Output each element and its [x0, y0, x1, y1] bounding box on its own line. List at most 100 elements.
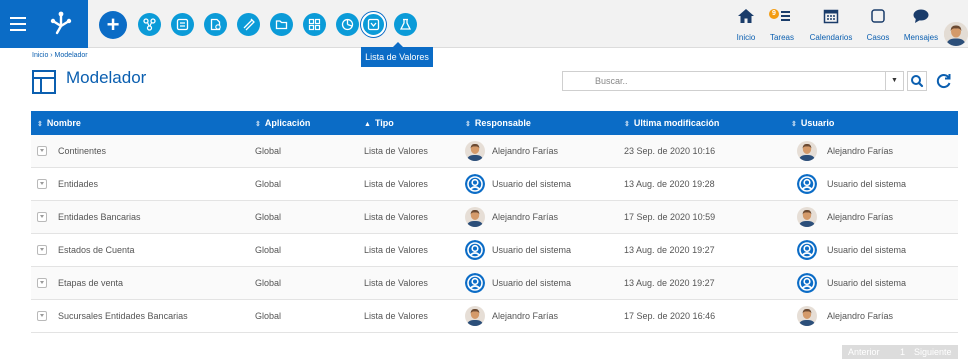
home-icon	[738, 9, 754, 23]
nav-inicio[interactable]: Inicio	[731, 6, 761, 44]
nav-casos-label: Casos	[866, 33, 890, 42]
cell-tipo: Lista de Valores	[364, 245, 428, 255]
pagination: Anterior 1 Siguiente	[842, 345, 958, 359]
cell-nombre: Sucursales Entidades Bancarias	[58, 311, 188, 321]
nav-calendarios[interactable]: Calendarios	[800, 6, 862, 44]
top-bar: + Lista de Valores Inicio 9 Tareas Calen…	[0, 0, 968, 67]
cell-tipo: Lista de Valores	[364, 146, 428, 156]
chart-tool-button[interactable]	[336, 13, 359, 36]
cell-nombre: Entidades Bancarias	[58, 212, 141, 222]
brand-area	[0, 0, 88, 48]
logo-icon[interactable]	[48, 10, 74, 36]
breadcrumb[interactable]: Inicio › Modelador	[32, 52, 88, 59]
column-header-ultima-modificacion[interactable]: ⇕ Ultima modificación	[624, 111, 719, 135]
cell-nombre: Estados de Cuenta	[58, 245, 135, 255]
cell-responsable: Alejandro Farías	[492, 146, 559, 156]
cell-tipo: Lista de Valores	[364, 311, 428, 321]
nav-tareas-label: Tareas	[769, 33, 794, 42]
cell-responsable: Alejandro Farías	[492, 212, 559, 222]
modeler-icon	[32, 70, 56, 94]
mind-map-tool-button[interactable]	[138, 13, 161, 36]
cell-aplicacion: Global	[255, 278, 282, 288]
cell-ultima-modificacion: 13 Aug. de 2020 19:27	[624, 278, 715, 288]
folder-tool-button[interactable]	[270, 13, 293, 36]
flask-icon	[399, 18, 412, 30]
nav-casos[interactable]: Casos	[863, 6, 893, 44]
cell-responsable: Usuario del sistema	[492, 278, 572, 288]
row-expand-checkbox[interactable]	[37, 311, 47, 321]
search-input[interactable]	[563, 72, 885, 90]
cell-aplicacion: Global	[255, 179, 282, 189]
page-title: Modelador	[66, 68, 147, 87]
cell-responsable: Usuario del sistema	[492, 179, 572, 189]
sort-icon: ⇕	[624, 121, 630, 128]
row-expand-checkbox[interactable]	[37, 146, 47, 156]
sort-icon: ⇕	[465, 121, 471, 128]
nav-tareas[interactable]: 9 Tareas	[765, 6, 799, 44]
tasks-badge: 9	[769, 9, 779, 19]
cell-nombre: Continentes	[58, 146, 107, 156]
messages-icon	[913, 9, 929, 23]
search-button[interactable]	[907, 71, 927, 91]
table-row[interactable]: Entidades Bancarias Global Lista de Valore…	[31, 201, 958, 234]
add-button[interactable]: +	[99, 11, 127, 39]
nav-mensajes[interactable]: Mensajes	[899, 6, 943, 44]
value-list-tool-button[interactable]	[361, 12, 386, 37]
row-expand-checkbox[interactable]	[37, 212, 47, 222]
table-header: ⇕ Nombre ⇕ Aplicación ▲ Tipo ⇕ Responsable ⇕…	[31, 111, 958, 135]
search-box: ▼	[562, 71, 904, 91]
nav-mensajes-label: Mensajes	[903, 33, 939, 42]
document-tool-button[interactable]	[204, 13, 227, 36]
cell-aplicacion: Global	[255, 212, 282, 222]
cell-ultima-modificacion: 13 Aug. de 2020 19:28	[624, 179, 715, 189]
form-icon	[176, 18, 189, 31]
sort-asc-icon: ▲	[364, 121, 371, 128]
tooltip: Lista de Valores	[361, 42, 433, 67]
rule-icon	[243, 18, 255, 31]
cell-usuario: Alejandro Farías	[827, 146, 894, 156]
menu-icon[interactable]	[10, 17, 26, 31]
grid-icon	[308, 18, 321, 31]
cell-nombre: Etapas de venta	[58, 278, 124, 288]
nav-calendarios-label: Calendarios	[809, 33, 853, 42]
column-header-aplicacion[interactable]: ⇕ Aplicación	[255, 111, 310, 135]
cell-tipo: Lista de Valores	[364, 278, 428, 288]
table-row[interactable]: Etapas de venta Global Lista de Valores Usu…	[31, 267, 958, 300]
rule-tool-button[interactable]	[237, 13, 260, 36]
refresh-button[interactable]	[933, 71, 955, 91]
avatar	[465, 306, 485, 326]
search-icon	[911, 75, 924, 88]
cell-usuario: Usuario del sistema	[827, 179, 907, 189]
avatar	[465, 207, 485, 227]
search-filter-dropdown[interactable]: ▼	[885, 72, 903, 90]
test-tool-button[interactable]	[394, 13, 417, 36]
row-expand-checkbox[interactable]	[37, 278, 47, 288]
table-row[interactable]: Sucursales Entidades Bancarias Global List…	[31, 300, 958, 333]
system-user-icon	[797, 273, 817, 293]
dropdown-list-icon	[367, 18, 380, 31]
cell-responsable: Usuario del sistema	[492, 245, 572, 255]
cell-aplicacion: Global	[255, 146, 282, 156]
row-expand-checkbox[interactable]	[37, 179, 47, 189]
user-avatar[interactable]	[944, 22, 968, 46]
table-row[interactable]: Continentes Global Lista de Valores Alejand…	[31, 135, 958, 168]
sort-icon: ⇕	[791, 121, 797, 128]
table-row[interactable]: Estados de Cuenta Global Lista de Valores U…	[31, 234, 958, 267]
form-tool-button[interactable]	[171, 13, 194, 36]
folder-icon	[275, 20, 288, 30]
column-header-tipo[interactable]: ▲ Tipo	[364, 111, 394, 135]
avatar	[797, 141, 817, 161]
column-header-responsable[interactable]: ⇕ Responsable	[465, 111, 531, 135]
column-header-nombre[interactable]: ⇕ Nombre	[37, 111, 81, 135]
cell-aplicacion: Global	[255, 245, 282, 255]
dashboard-tool-button[interactable]	[303, 13, 326, 36]
cell-usuario: Alejandro Farías	[827, 311, 894, 321]
system-user-icon	[797, 174, 817, 194]
table-row[interactable]: Entidades Global Lista de Valores Usuario d…	[31, 168, 958, 201]
system-user-icon	[797, 240, 817, 260]
cell-ultima-modificacion: 17 Sep. de 2020 10:59	[624, 212, 716, 222]
column-header-usuario[interactable]: ⇕ Usuario	[791, 111, 834, 135]
refresh-icon	[936, 74, 951, 89]
cell-usuario: Alejandro Farías	[827, 212, 894, 222]
row-expand-checkbox[interactable]	[37, 245, 47, 255]
